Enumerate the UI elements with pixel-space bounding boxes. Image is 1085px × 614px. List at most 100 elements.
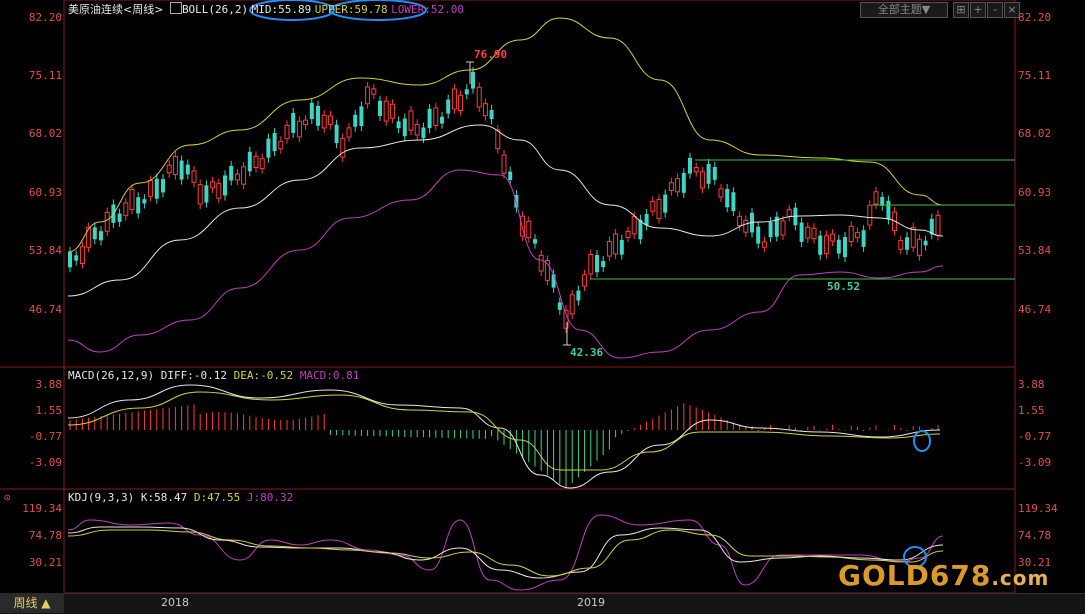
candle-body: [873, 191, 879, 205]
candle-body: [780, 220, 786, 236]
candle-body: [148, 180, 154, 197]
candle-body: [278, 140, 284, 150]
candle-body: [476, 86, 482, 108]
candle-body: [234, 173, 240, 181]
candle-body: [743, 219, 749, 233]
candle-body: [756, 226, 761, 244]
candle-body: [129, 189, 135, 210]
candle-body: [619, 239, 624, 255]
candle-body: [166, 164, 172, 174]
candle-body: [818, 235, 823, 255]
candle-body: [253, 155, 259, 169]
candle-body: [526, 220, 532, 239]
candle-body: [365, 86, 371, 105]
macd-diff-value: DIFF:-0.12: [160, 369, 227, 382]
candle-body: [495, 129, 501, 150]
candle-body: [79, 246, 85, 265]
candle-body: [799, 222, 804, 242]
candle-body: [557, 302, 562, 310]
candle-body: [613, 233, 619, 255]
macd-dea-value: DEA:-0.52: [233, 369, 294, 382]
kdj-j-line: [67, 514, 944, 591]
boll-upper-value: UPPER:59.78: [314, 3, 388, 16]
candle-body: [216, 183, 222, 199]
candle-body: [861, 230, 866, 247]
price-axis-right-2: 68.02: [1018, 127, 1052, 140]
candle-body: [136, 197, 141, 214]
candle-body: [303, 119, 309, 126]
macd-axis-left-1: 1.55: [35, 404, 63, 417]
theme-dropdown[interactable]: 全部主题▼: [860, 2, 948, 18]
candle-body: [316, 105, 320, 126]
candle-body: [247, 151, 252, 172]
boll-mid-line: [67, 124, 944, 297]
year-label-2018: 2018: [161, 596, 189, 609]
candle-body: [389, 103, 395, 119]
candle-body: [346, 127, 352, 138]
candle-body: [154, 178, 159, 199]
candle-body: [854, 232, 860, 239]
boll-mid-value: MID:55.89: [251, 3, 312, 16]
candle-body: [576, 290, 581, 301]
candle-body: [706, 163, 711, 184]
candle-body: [786, 209, 792, 217]
candle-body: [272, 133, 277, 152]
candle-body: [446, 99, 451, 114]
layout-button[interactable]: ⊞: [953, 2, 969, 18]
period-button[interactable]: 周线 ▲: [0, 593, 64, 613]
boll-icon[interactable]: [169, 2, 182, 14]
candle-body: [606, 241, 612, 257]
kdj-d-line: [67, 529, 944, 577]
candle-body: [334, 124, 339, 144]
candle-body: [408, 110, 414, 131]
kdj-axis-left-2: 30.21: [28, 556, 62, 569]
candle-body: [104, 211, 110, 232]
candle-body: [402, 118, 407, 137]
candle-body: [501, 154, 507, 174]
candle-body: [768, 222, 773, 238]
candle-body: [117, 213, 122, 222]
candle-body: [699, 171, 705, 189]
macd-axis-left-0: 3.88: [35, 378, 63, 391]
candle-body: [74, 255, 79, 261]
candle-body: [414, 123, 420, 136]
candle-body: [340, 137, 346, 158]
candle-body: [601, 260, 606, 268]
price-axis-right-0: 82.20: [1018, 11, 1052, 24]
instrument-name: 美原油连续: [68, 3, 123, 16]
candle-body: [823, 235, 829, 255]
macd-axis-right-0: 3.88: [1018, 378, 1045, 391]
candle-body: [595, 254, 599, 273]
macd-header: MACD(26,12,9) DIFF:-0.12 DEA:-0.52 MACD:…: [68, 369, 359, 383]
high-annotation: 76.90: [474, 48, 508, 61]
candle-body: [843, 237, 847, 258]
candle-body: [693, 167, 699, 173]
zoom-in-button[interactable]: +: [970, 2, 986, 18]
candle-body: [210, 181, 216, 189]
candle-body: [731, 192, 736, 212]
candle-body: [371, 88, 377, 95]
candle-body: [451, 88, 457, 110]
candle-body: [867, 204, 873, 226]
candle-body: [99, 231, 103, 241]
zoom-out-button[interactable]: -: [987, 2, 1003, 18]
support-annotation: 50.52: [827, 280, 861, 293]
candle-body: [688, 157, 692, 174]
macd-axis-right-2: -0.77: [1018, 430, 1052, 443]
candle-body: [161, 179, 165, 193]
candle-body: [916, 238, 922, 257]
candle-body: [811, 227, 817, 240]
candle-body: [259, 158, 265, 170]
candle-body: [266, 138, 271, 158]
year-label-2019: 2019: [577, 596, 605, 609]
candle-body: [836, 239, 841, 254]
period-tag[interactable]: <周线>: [123, 3, 163, 16]
chart-canvas[interactable]: [0, 0, 1085, 613]
macd-axis-right-3: -3.09: [1018, 456, 1052, 469]
price-axis-right-5: 46.74: [1018, 303, 1052, 316]
candle-body: [427, 108, 432, 129]
candle-body: [663, 194, 668, 213]
candle-body: [588, 253, 594, 275]
candle-body: [197, 184, 203, 205]
candle-body: [805, 226, 811, 239]
